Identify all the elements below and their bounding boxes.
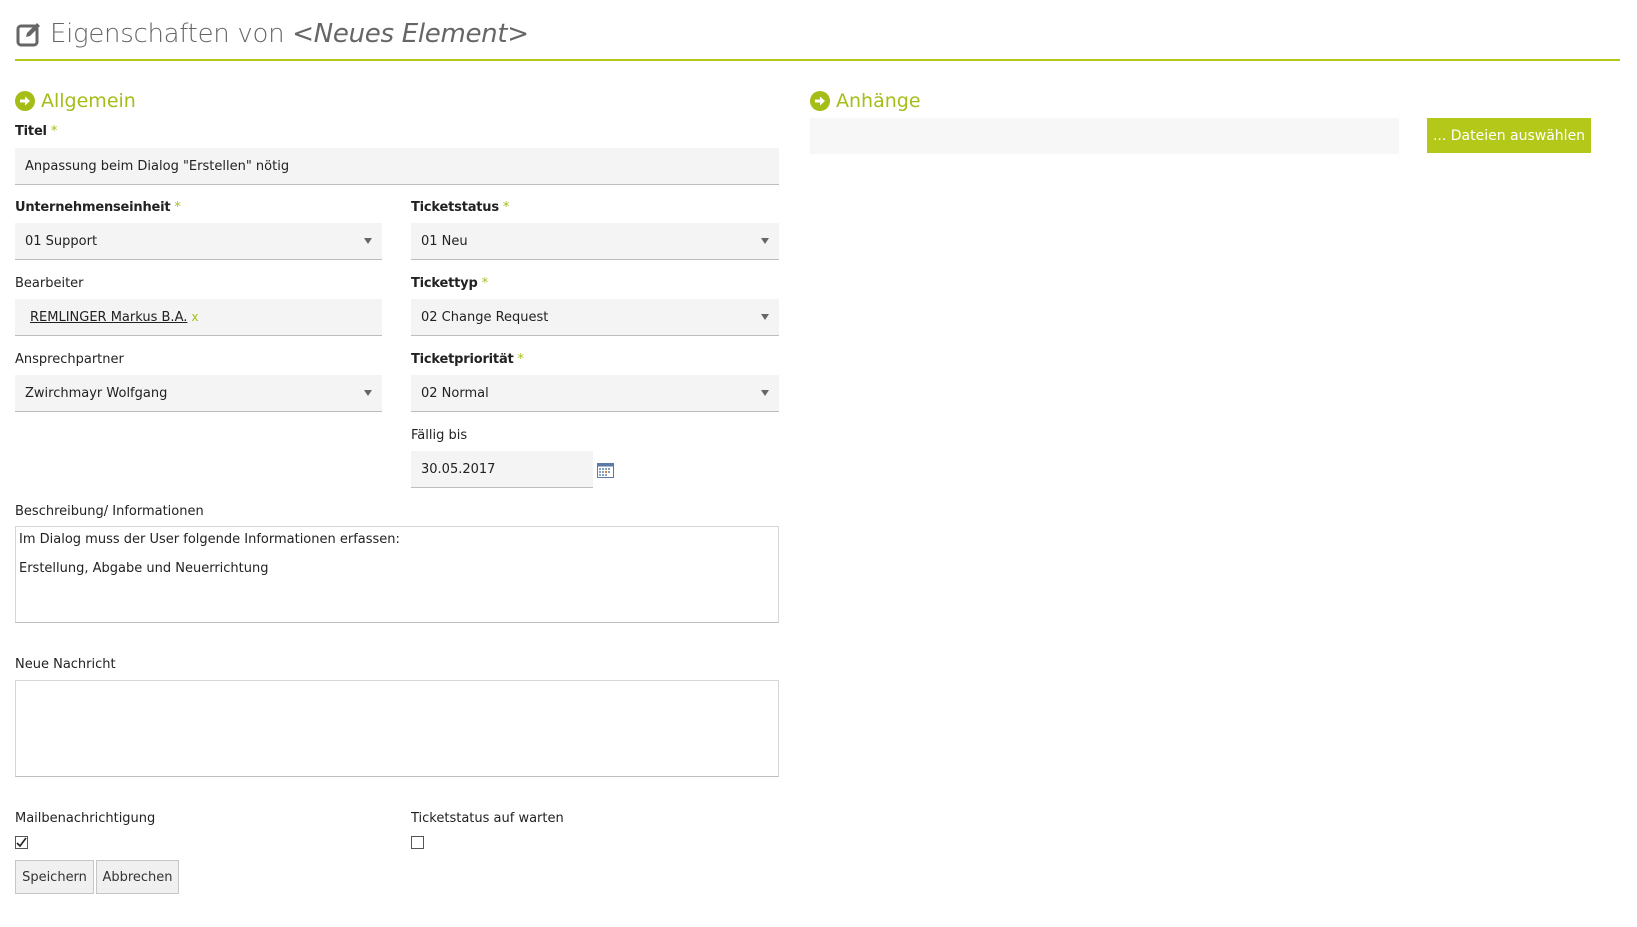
ansprechpartner-label: Ansprechpartner [15,352,124,367]
unternehmenseinheit-select[interactable]: 01 Support [15,223,382,260]
tickettyp-label: Tickettyp * [411,276,488,291]
chevron-down-icon [761,390,769,396]
titel-label-text: Titel [15,124,47,139]
ticketstatus-warten-checkbox[interactable] [411,836,424,849]
required-marker: * [50,124,58,139]
chevron-down-icon [364,390,372,396]
ticketprioritaet-label: Ticketpriorität * [411,352,524,367]
ansprechpartner-select[interactable]: Zwirchmayr Wolfgang [15,375,382,412]
faellig-bis-value: 30.05.2017 [421,461,496,477]
ticketstatus-value: 01 Neu [421,233,468,249]
ticketstatus-label: Ticketstatus * [411,200,509,215]
page-title: Eigenschaften von <Neues Element> [16,14,529,54]
unternehmenseinheit-label: Unternehmenseinheit * [15,200,181,215]
ticketprioritaet-label-text: Ticketpriorität [411,352,514,367]
neue-nachricht-textarea[interactable] [15,680,779,777]
ticketprioritaet-value: 02 Normal [421,385,489,401]
required-marker: * [481,276,489,291]
calendar-icon[interactable] [597,462,614,478]
ansprechpartner-value: Zwirchmayr Wolfgang [25,385,168,401]
tickettyp-value: 02 Change Request [421,309,549,325]
chevron-down-icon [761,238,769,244]
checkmark-icon [16,837,27,848]
save-button[interactable]: Speichern [15,860,94,894]
section-general-label: Allgemein [41,90,136,112]
beschreibung-line-2: Erstellung, Abgabe und Neuerrichtung [19,561,269,576]
required-marker: * [517,352,525,367]
tickettyp-select[interactable]: 02 Change Request [411,299,779,336]
faellig-bis-input[interactable]: 30.05.2017 [411,451,593,488]
section-attachments-title: Anhänge [810,90,921,112]
edit-icon [16,23,40,47]
titel-input-value: Anpassung beim Dialog "Erstellen" nötig [25,158,290,174]
ticketstatus-warten-label: Ticketstatus auf warten [411,811,564,826]
arrow-circle-right-icon [810,91,830,111]
attachments-list [810,118,1399,154]
ticketstatus-select[interactable]: 01 Neu [411,223,779,260]
chevron-down-icon [364,238,372,244]
faellig-bis-label: Fällig bis [411,428,468,443]
bearbeiter-people-picker[interactable]: REMLINGER Markus B.A. x [15,299,382,336]
required-marker: * [174,200,181,215]
titel-input[interactable]: Anpassung beim Dialog "Erstellen" nötig [15,148,779,185]
select-files-button[interactable]: ... Dateien auswählen [1427,118,1591,153]
tickettyp-label-text: Tickettyp [411,276,478,291]
ticketstatus-label-text: Ticketstatus [411,200,499,215]
section-general-title: Allgemein [15,90,136,112]
arrow-circle-right-icon [15,91,35,111]
beschreibung-line-1: Im Dialog muss der User folgende Informa… [19,532,400,547]
header-divider [15,59,1620,61]
beschreibung-textarea[interactable]: Im Dialog muss der User folgende Informa… [15,526,779,623]
unternehmenseinheit-label-text: Unternehmenseinheit [15,200,171,215]
neue-nachricht-label: Neue Nachricht [15,657,116,672]
mailbenachrichtigung-label: Mailbenachrichtigung [15,811,156,826]
mailbenachrichtigung-checkbox[interactable] [15,836,28,849]
required-marker: * [502,200,510,215]
titel-label: Titel * [15,124,57,139]
section-attachments-label: Anhänge [836,90,921,112]
bearbeiter-label: Bearbeiter [15,276,84,291]
unternehmenseinheit-value: 01 Support [25,233,98,249]
beschreibung-label: Beschreibung/ Informationen [15,504,204,519]
page-title-item-name: <Neues Element> [292,19,529,49]
cancel-button[interactable]: Abbrechen [96,860,179,894]
chevron-down-icon [761,314,769,320]
bearbeiter-person-link[interactable]: REMLINGER Markus B.A. [30,310,187,325]
remove-person-icon[interactable]: x [191,310,198,324]
page-title-prefix: Eigenschaften von [50,19,285,49]
ticketprioritaet-select[interactable]: 02 Normal [411,375,779,412]
